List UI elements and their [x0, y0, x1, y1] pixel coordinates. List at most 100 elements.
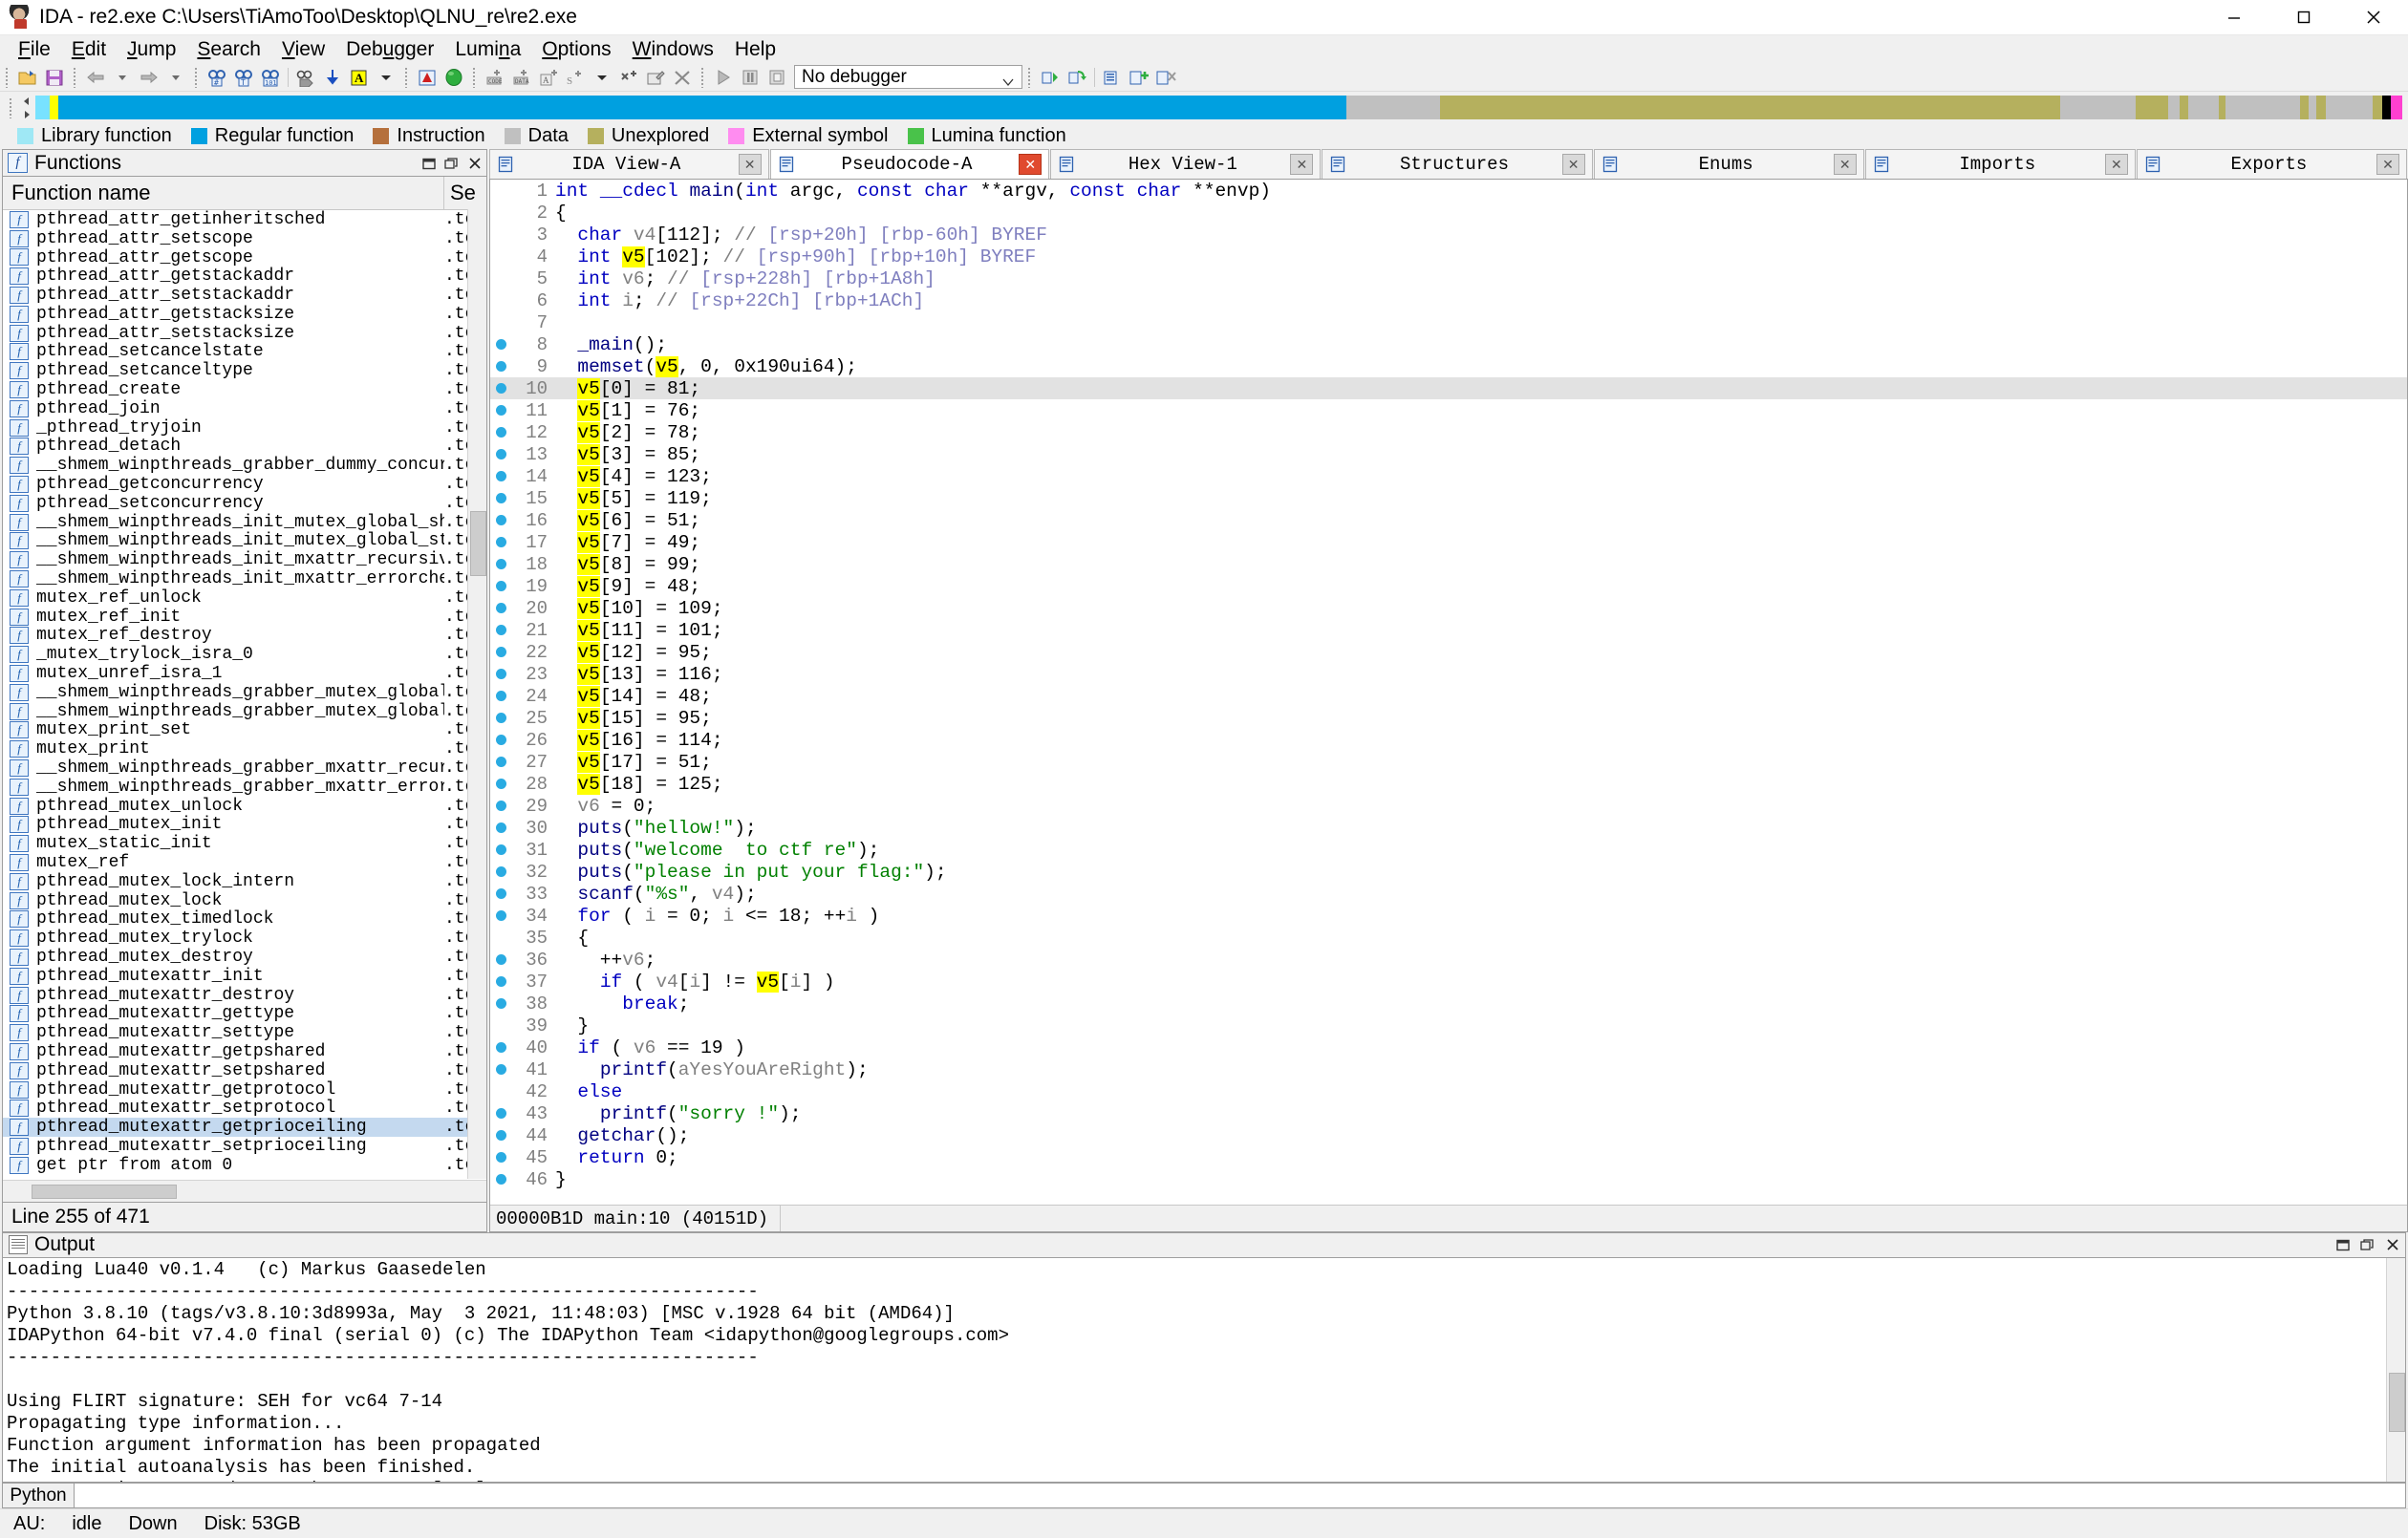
- breakpoint-marker-icon[interactable]: [490, 581, 511, 591]
- navigator-segment[interactable]: [2180, 96, 2188, 119]
- minimize-button[interactable]: [2199, 0, 2268, 34]
- breakpoint-marker-icon[interactable]: [490, 1174, 511, 1185]
- code-line[interactable]: 38 break;: [490, 993, 2407, 1015]
- table-row[interactable]: f mutex_ref_destroy .te: [3, 626, 486, 645]
- table-row[interactable]: f pthread_mutexattr_setpshared .te: [3, 1061, 486, 1080]
- code-text[interactable]: getchar();: [555, 1125, 2407, 1146]
- code-line[interactable]: 26 v5[16] = 114;: [490, 729, 2407, 751]
- alpha-dropdown-icon[interactable]: [374, 66, 398, 89]
- table-row[interactable]: f pthread_mutex_init .te: [3, 815, 486, 834]
- tab-ida-view-a[interactable]: IDA View-A ✕: [489, 149, 769, 179]
- code-line[interactable]: 44 getchar();: [490, 1124, 2407, 1146]
- code-line[interactable]: 20 v5[10] = 109;: [490, 597, 2407, 619]
- code-line[interactable]: 11 v5[1] = 76;: [490, 399, 2407, 421]
- breakpoint-marker-icon[interactable]: [490, 493, 511, 503]
- table-row[interactable]: f get ptr from atom 0 .te: [3, 1156, 486, 1175]
- column-header-segment[interactable]: Se: [444, 181, 486, 205]
- close-icon[interactable]: ✕: [1019, 154, 1043, 175]
- navigate-back-icon[interactable]: [83, 66, 108, 89]
- menu-help[interactable]: Help: [724, 36, 786, 63]
- breakpoint-marker-icon[interactable]: [490, 405, 511, 416]
- code-line[interactable]: 22 v5[12] = 95;: [490, 641, 2407, 663]
- tab-structures[interactable]: Structures ✕: [1322, 149, 1593, 179]
- table-row[interactable]: f pthread_attr_getinheritsched .te: [3, 210, 486, 229]
- code-line[interactable]: 25 v5[15] = 95;: [490, 707, 2407, 729]
- command-input[interactable]: [75, 1483, 2406, 1508]
- make-ascii-icon[interactable]: A: [536, 66, 561, 89]
- code-text[interactable]: v5[12] = 95;: [555, 641, 2407, 663]
- breakpoint-marker-icon[interactable]: [490, 559, 511, 569]
- table-row[interactable]: f pthread_detach .te: [3, 437, 486, 456]
- code-text[interactable]: }: [555, 1169, 2407, 1190]
- breakpoint-marker-icon[interactable]: [490, 910, 511, 921]
- code-text[interactable]: v5[1] = 76;: [555, 399, 2407, 421]
- table-row[interactable]: f pthread_mutex_timedlock .te: [3, 909, 486, 929]
- menu-edit[interactable]: Edit: [61, 36, 117, 63]
- make-data-icon[interactable]: DATA: [509, 66, 534, 89]
- table-row[interactable]: f __shmem_winpthreads_grabber_mutex_globa…: [3, 683, 486, 702]
- table-row[interactable]: f pthread_setcancelstate .te: [3, 342, 486, 361]
- code-text[interactable]: {: [555, 203, 2407, 224]
- breakpoint-marker-icon[interactable]: [490, 1152, 511, 1163]
- breakpoint-marker-icon[interactable]: [490, 888, 511, 899]
- breakpoint-marker-icon[interactable]: [490, 801, 511, 811]
- code-line[interactable]: 9 memset(v5, 0, 0x190ui64);: [490, 355, 2407, 377]
- code-line[interactable]: 35 {: [490, 927, 2407, 949]
- code-text[interactable]: scanf("%s", v4);: [555, 884, 2407, 905]
- table-row[interactable]: f mutex_print .te: [3, 739, 486, 758]
- navigator-segment[interactable]: [1440, 96, 2061, 119]
- code-line[interactable]: 43 printf("sorry !");: [490, 1102, 2407, 1124]
- code-text[interactable]: v5[10] = 109;: [555, 597, 2407, 619]
- breakpoint-marker-icon[interactable]: [490, 866, 511, 877]
- close-icon[interactable]: ✕: [738, 154, 762, 175]
- code-line[interactable]: 46}: [490, 1168, 2407, 1190]
- table-row[interactable]: f mutex_print_set .te: [3, 720, 486, 739]
- table-row[interactable]: f pthread_mutexattr_gettype .te: [3, 1004, 486, 1023]
- code-line[interactable]: 3 char v4[112]; // [rsp+20h] [rbp-60h] B…: [490, 224, 2407, 246]
- code-text[interactable]: v5[13] = 116;: [555, 663, 2407, 685]
- output-float-button[interactable]: [2355, 1234, 2380, 1255]
- code-text[interactable]: int i; // [rsp+22Ch] [rbp+1ACh]: [555, 290, 2407, 311]
- jump-down-icon[interactable]: [320, 66, 345, 89]
- code-text[interactable]: memset(v5, 0, 0x190ui64);: [555, 355, 2407, 377]
- breakpoint-marker-icon[interactable]: [490, 471, 511, 481]
- code-line[interactable]: 31 puts("welcome to ctf re");: [490, 839, 2407, 861]
- code-line[interactable]: 1 int __cdecl main(int argc, const char *…: [490, 180, 2407, 202]
- navigator-segment[interactable]: [2187, 96, 2219, 119]
- navigator-band[interactable]: [35, 96, 2402, 119]
- tab-hex-view-1[interactable]: Hex View-1 ✕: [1050, 149, 1322, 179]
- table-row[interactable]: f pthread_mutex_unlock .te: [3, 797, 486, 816]
- undefine-icon[interactable]: [670, 66, 695, 89]
- output-log[interactable]: Loading Lua40 v0.1.4 (c) Markus Gaasedel…: [2, 1256, 2406, 1483]
- code-line[interactable]: 6 int i; // [rsp+22Ch] [rbp+1ACh]: [490, 289, 2407, 311]
- code-line[interactable]: 16 v5[6] = 51;: [490, 509, 2407, 531]
- table-row[interactable]: f pthread_attr_setstackaddr .te: [3, 286, 486, 305]
- toolbar-grip-extra[interactable]: [1025, 66, 1034, 88]
- code-text[interactable]: ++v6;: [555, 950, 2407, 971]
- code-text[interactable]: break;: [555, 993, 2407, 1015]
- functions-column-headers[interactable]: Function name Se: [3, 177, 486, 210]
- table-row[interactable]: f pthread_attr_setstacksize .te: [3, 324, 486, 343]
- search-hash-icon[interactable]: #: [204, 66, 229, 89]
- navigator-segment[interactable]: [49, 96, 59, 119]
- breakpoint-marker-icon[interactable]: [490, 713, 511, 723]
- close-icon[interactable]: ✕: [1290, 154, 1314, 175]
- code-text[interactable]: v5[0] = 81;: [555, 377, 2407, 399]
- close-icon[interactable]: ✕: [2376, 154, 2399, 175]
- code-text[interactable]: v5[15] = 95;: [555, 707, 2407, 729]
- code-text[interactable]: v5[16] = 114;: [555, 729, 2407, 751]
- code-text[interactable]: puts("hellow!");: [555, 818, 2407, 839]
- code-line[interactable]: 41 printf(aYesYouAreRight);: [490, 1058, 2407, 1080]
- table-row[interactable]: f pthread_setcanceltype .te: [3, 361, 486, 380]
- table-row[interactable]: f mutex_ref_init .te: [3, 608, 486, 627]
- code-text[interactable]: puts("welcome to ctf re");: [555, 840, 2407, 861]
- code-text[interactable]: if ( v4[i] != v5[i] ): [555, 971, 2407, 993]
- navigator-arrows[interactable]: [18, 94, 35, 122]
- close-icon[interactable]: ✕: [1561, 154, 1585, 175]
- breakpoint-marker-icon[interactable]: [490, 515, 511, 525]
- code-line[interactable]: 39 }: [490, 1015, 2407, 1036]
- code-line[interactable]: 5 int v6; // [rsp+228h] [rbp+1A8h]: [490, 267, 2407, 289]
- panel-restore-button[interactable]: [418, 153, 441, 174]
- table-row[interactable]: f pthread_mutexattr_setprotocol .te: [3, 1099, 486, 1118]
- table-row[interactable]: f mutex_unref_isra_1 .te: [3, 664, 486, 683]
